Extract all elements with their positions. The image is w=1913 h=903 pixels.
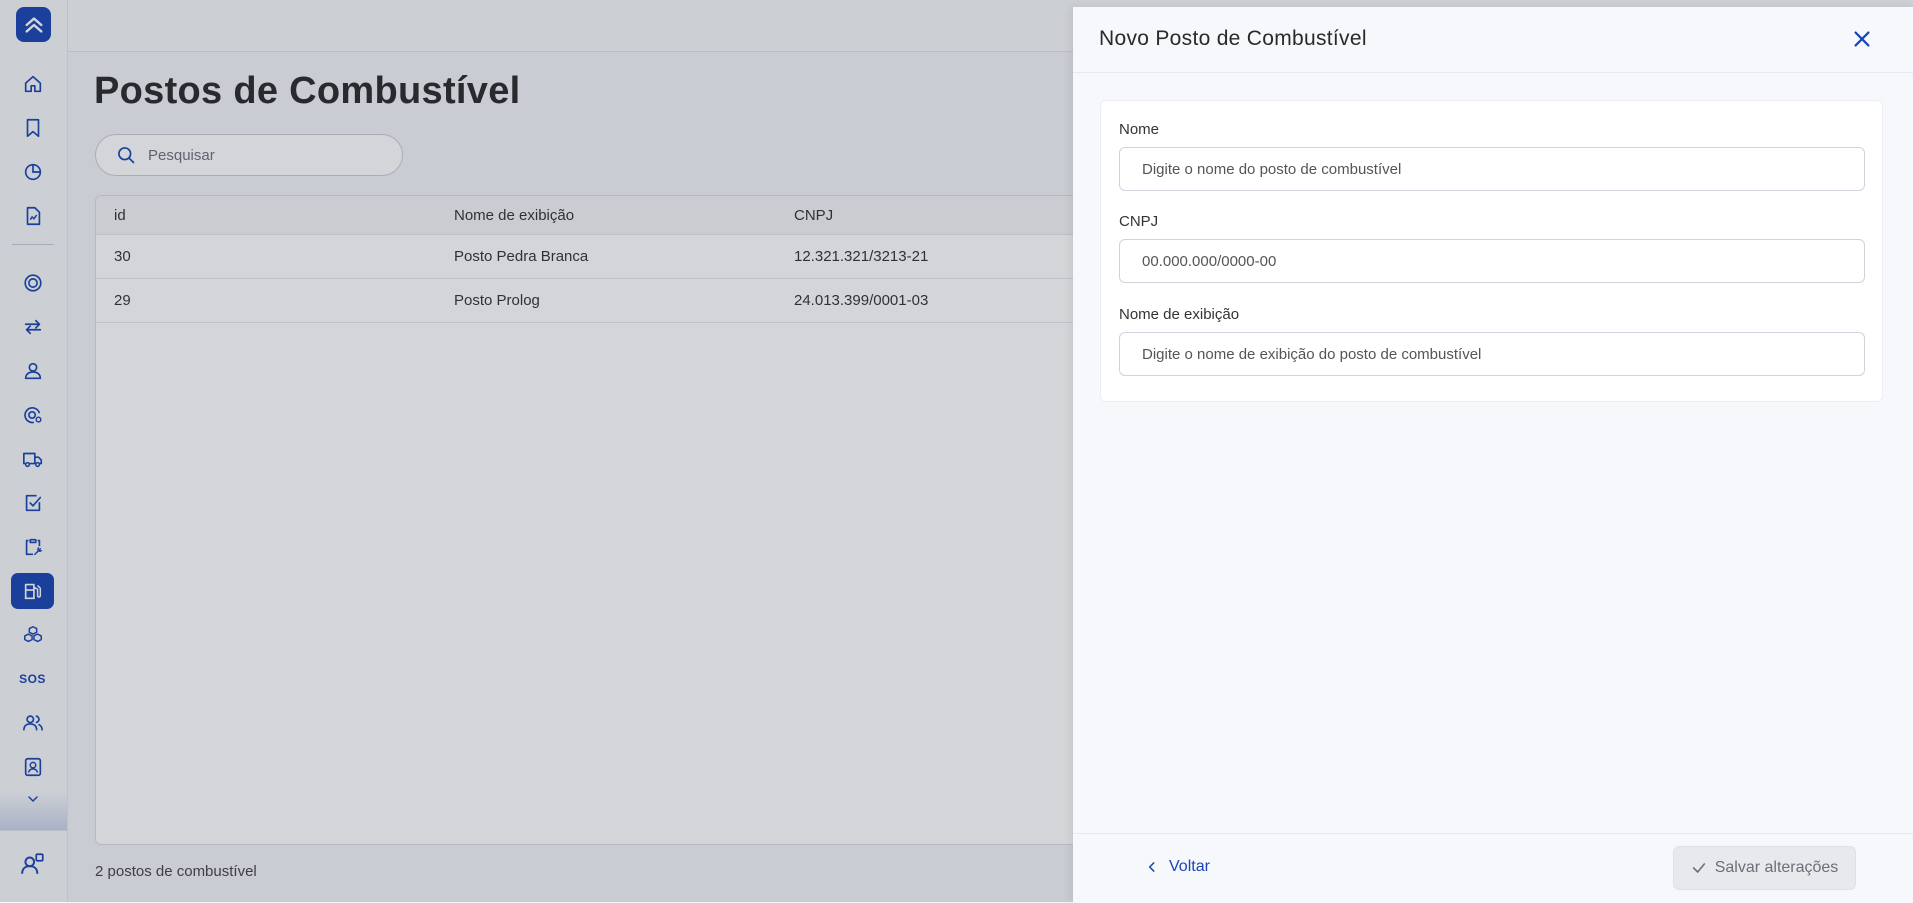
display-name-label: Nome de exibição: [1119, 306, 1240, 323]
name-label: Nome: [1119, 121, 1160, 138]
cnpj-field[interactable]: [1119, 239, 1865, 283]
drawer-footer: Voltar Salvar alterações: [1073, 833, 1913, 903]
close-icon: [1854, 31, 1870, 47]
save-button[interactable]: Salvar alterações: [1673, 846, 1856, 890]
name-field[interactable]: [1119, 147, 1865, 191]
form-card: Nome CNPJ Nome de exibição: [1100, 100, 1883, 402]
cnpj-label: CNPJ: [1119, 213, 1159, 230]
back-button[interactable]: Voltar: [1145, 858, 1210, 876]
chevron-left-icon: [1148, 862, 1155, 872]
display-name-field[interactable]: [1119, 332, 1865, 376]
drawer-header: Novo Posto de Combustível: [1073, 7, 1913, 73]
new-fuel-station-drawer: Novo Posto de Combustível Nome CNPJ Nome…: [1073, 7, 1913, 903]
back-label: Voltar: [1169, 858, 1210, 875]
save-label: Salvar alterações: [1714, 859, 1839, 876]
drawer-title: Novo Posto de Combustível: [1099, 27, 1367, 50]
close-button[interactable]: [1849, 26, 1875, 52]
check-icon: [1692, 863, 1705, 873]
